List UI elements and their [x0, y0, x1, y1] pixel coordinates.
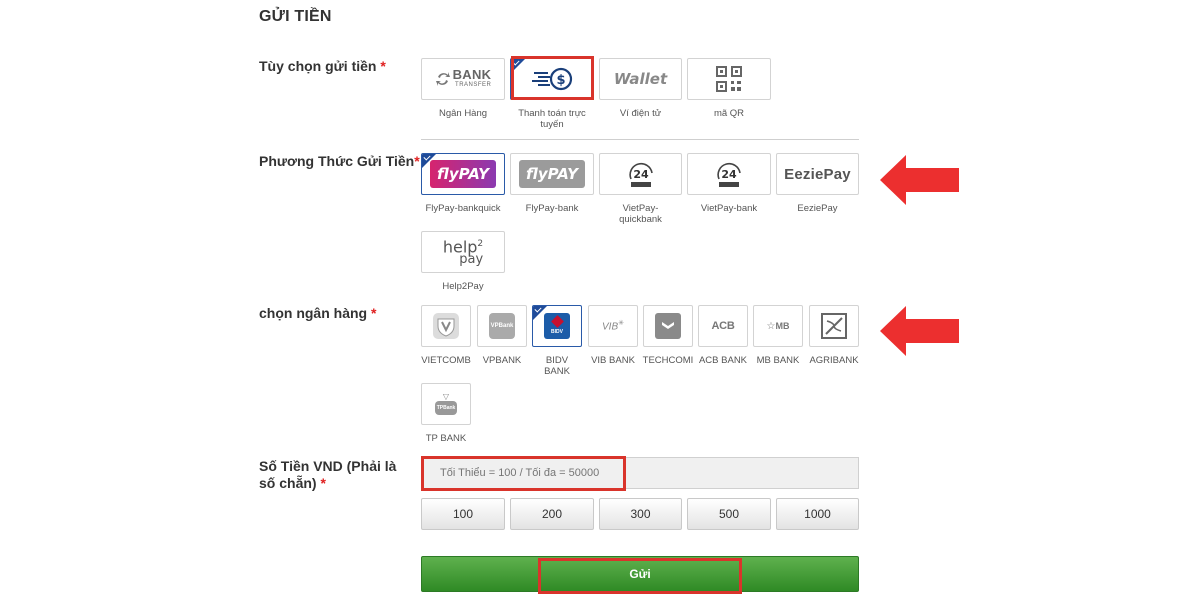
selected-check-icon: [511, 59, 525, 73]
flypay-logo: flyPAY: [519, 160, 585, 188]
tpbank-logo: ▽ TPBank: [435, 393, 457, 415]
bank-tpbank[interactable]: ▽ TPBank: [421, 383, 471, 425]
option-online-payment[interactable]: $: [510, 58, 594, 100]
bank-caption: TP BANK: [425, 433, 467, 444]
help2pay-logo: help2 pay: [442, 237, 484, 268]
method-caption: VietPay-quickbank: [619, 203, 662, 225]
bank-vietcombank[interactable]: [421, 305, 471, 347]
bank-caption: VIB BANK: [591, 355, 635, 366]
method-caption: VietPay-bank: [700, 203, 758, 214]
vietpay-24h-icon: 24: [717, 162, 741, 187]
acb-logo: ACB: [711, 320, 735, 332]
method-label: Phương Thức Gửi Tiền*: [259, 153, 420, 169]
pointer-arrow-icon: [880, 155, 959, 205]
bank-agribank[interactable]: [809, 305, 859, 347]
vietpay-24h-icon: 24: [628, 162, 653, 187]
method-eeziepay[interactable]: EeziePay: [776, 153, 859, 195]
amount-preset-100[interactable]: 100: [421, 498, 505, 530]
method-vietpay-bank[interactable]: 24: [687, 153, 771, 195]
method-help2pay[interactable]: help2 pay: [421, 231, 505, 273]
vpbank-logo: VPBank: [489, 313, 515, 339]
bidv-logo: BIDV: [544, 313, 570, 339]
option-bank-transfer[interactable]: BANK TRANSFER: [421, 58, 505, 100]
flypay-logo: flyPAY: [430, 160, 496, 188]
bank-caption: MB BANK: [756, 355, 800, 366]
method-caption: Help2Pay: [442, 281, 484, 292]
amount-preset-500[interactable]: 500: [687, 498, 771, 530]
vietcombank-logo-icon: [433, 313, 459, 339]
amount-preset-200[interactable]: 200: [510, 498, 594, 530]
option-caption: Ngân Hàng: [438, 108, 488, 119]
selected-check-icon: [533, 306, 547, 320]
selected-check-icon: [422, 154, 436, 168]
amount-preset-300[interactable]: 300: [599, 498, 682, 530]
online-payment-icon: $: [532, 67, 573, 91]
submit-button[interactable]: Gửi: [421, 556, 859, 592]
bank-mb[interactable]: ☆MB: [753, 305, 803, 347]
amount-preset-1000[interactable]: 1000: [776, 498, 859, 530]
option-caption: Thanh toán trực tuyến: [518, 108, 586, 130]
techcombank-logo-icon: [655, 313, 681, 339]
bank-label: chọn ngân hàng *: [259, 305, 377, 321]
bank-techcombank[interactable]: [643, 305, 693, 347]
bank-acb[interactable]: ACB: [698, 305, 748, 347]
mb-logo: ☆MB: [766, 320, 790, 332]
eeziepay-logo: EeziePay: [784, 165, 851, 183]
wallet-icon: Wallet: [613, 70, 668, 88]
bank-caption: ACB BANK: [698, 355, 748, 366]
bank-caption: AGRIBANK: [809, 355, 859, 366]
option-wallet[interactable]: Wallet: [599, 58, 682, 100]
bank-transfer-logo: BANK TRANSFER: [435, 68, 492, 90]
method-flypay-bankquick[interactable]: flyPAY: [421, 153, 505, 195]
option-caption: Ví điện tử: [619, 108, 662, 119]
svg-text:24: 24: [721, 168, 737, 181]
bank-bidv[interactable]: BIDV: [532, 305, 582, 347]
agribank-logo-icon: [821, 313, 847, 339]
section-divider: [421, 139, 859, 140]
svg-text:$: $: [556, 73, 565, 88]
qr-code-icon: [716, 66, 742, 92]
page-title: GỬI TIỀN: [259, 8, 332, 25]
bank-vpbank[interactable]: VPBank: [477, 305, 527, 347]
option-caption: mã QR: [713, 108, 745, 119]
bank-vib[interactable]: VIB✳: [588, 305, 638, 347]
method-caption: FlyPay-bankquick: [425, 203, 501, 214]
bank-caption: TECHCOMI: [642, 355, 694, 366]
vib-logo: VIB✳: [602, 320, 624, 333]
deposit-option-label: Tùy chọn gửi tiền *: [259, 58, 386, 74]
bank-caption: VIETCOMB: [421, 355, 471, 366]
method-flypay-bank[interactable]: flyPAY: [510, 153, 594, 195]
amount-label: Số Tiền VND (Phải là số chẵn) *: [259, 458, 397, 491]
method-caption: FlyPay-bank: [525, 203, 579, 214]
method-caption: EeziePay: [797, 203, 838, 214]
bank-caption: BIDV BANK: [544, 355, 570, 377]
method-vietpay-quickbank[interactable]: 24: [599, 153, 682, 195]
amount-input[interactable]: [421, 457, 859, 489]
svg-text:24: 24: [633, 168, 649, 181]
bank-transfer-icon: [435, 72, 450, 86]
pointer-arrow-icon: [880, 306, 959, 356]
bank-caption: VPBANK: [482, 355, 522, 366]
option-qr[interactable]: [687, 58, 771, 100]
